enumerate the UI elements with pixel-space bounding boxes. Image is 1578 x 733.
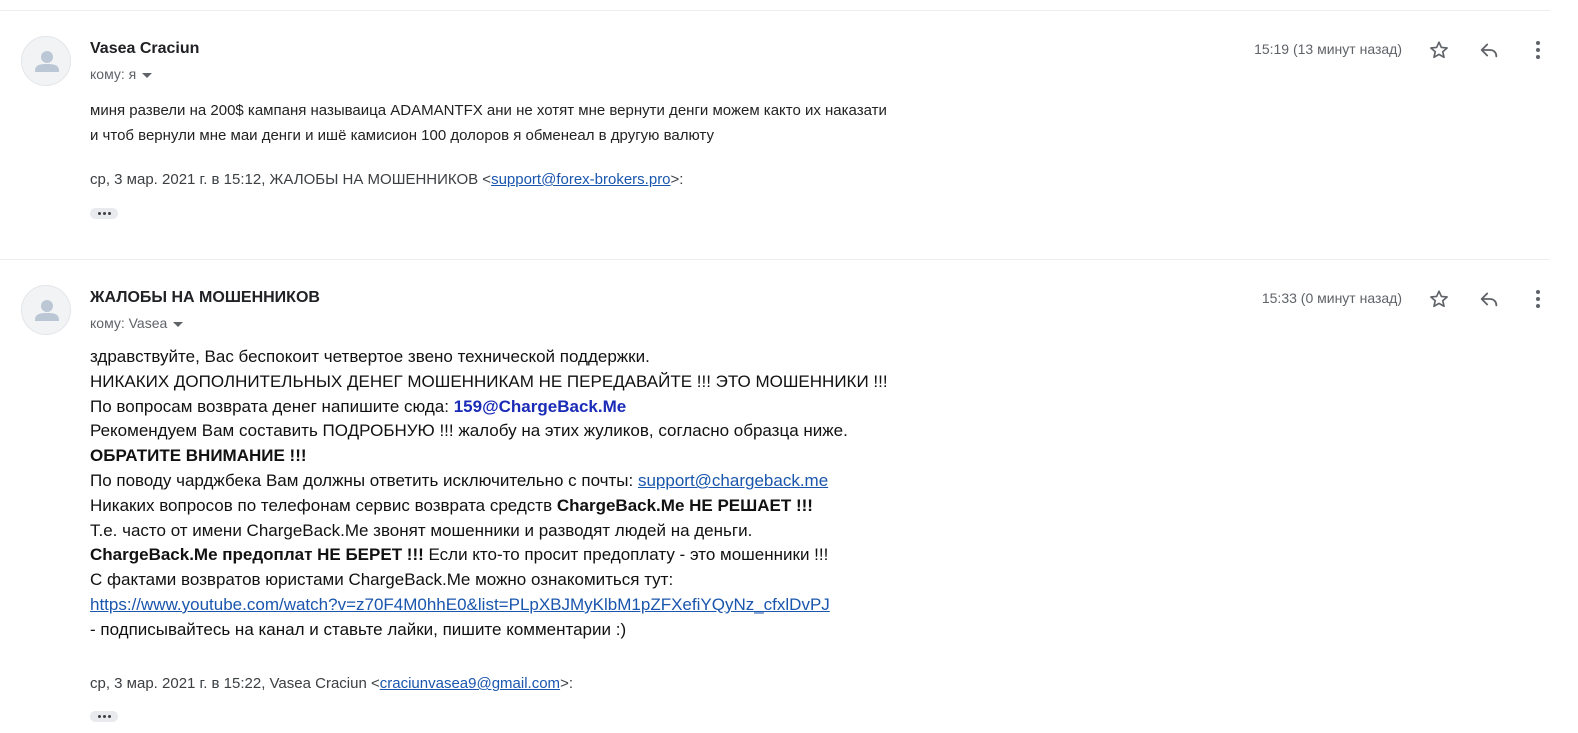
body-line: С фактами возвратов юристами ChargeBack.… <box>90 570 674 590</box>
person-icon <box>35 51 59 72</box>
youtube-link[interactable]: https://www.youtube.com/watch?v=z70F4M0h… <box>90 595 830 614</box>
quote-prefix: ср, 3 мар. 2021 г. в 15:22, Vasea Craciu… <box>90 675 380 692</box>
quote-suffix: >: <box>670 171 684 188</box>
body-line: НИКАКИХ ДОПОЛНИТЕЛЬНЫХ ДЕНЕГ МОШЕННИКАМ … <box>90 371 888 391</box>
more-options-button[interactable] <box>1524 285 1552 313</box>
body-line: Рекомендуем Вам составить ПОДРОБНУЮ !!! … <box>90 421 848 441</box>
chevron-down-icon <box>142 72 153 78</box>
recipient-label: кому: Vasea <box>90 315 168 331</box>
star-button[interactable] <box>1425 36 1453 64</box>
reply-button[interactable] <box>1475 36 1503 64</box>
support-email-link[interactable]: support@chargeback.me <box>638 471 828 490</box>
sender-name: ЖАЛОБЫ НА МОШЕННИКОВ <box>90 289 320 306</box>
body-text: По вопросам возврата денег напишите сюда… <box>90 396 454 416</box>
body-text: Никаких вопросов по телефонам сервис воз… <box>90 495 557 515</box>
body-line: ОБРАТИТЕ ВНИМАНИЕ !!! <box>90 444 888 469</box>
body-line: миня развели на 200$ кампаня называица A… <box>90 102 887 119</box>
body-line: По вопросам возврата денег напишите сюда… <box>90 395 888 420</box>
body-bold: ChargeBack.Me НЕ РЕШАЕТ !!! <box>556 495 813 515</box>
recipient-dropdown[interactable]: кому: я <box>90 66 153 82</box>
star-icon <box>1430 290 1448 308</box>
more-options-button[interactable] <box>1524 36 1552 64</box>
more-vert-icon <box>1536 290 1540 308</box>
quoted-header: ср, 3 мар. 2021 г. в 15:12, ЖАЛОБЫ НА МО… <box>90 171 683 188</box>
show-trimmed-content-button[interactable] <box>90 711 118 722</box>
message-body: миня развели на 200$ кампаня называица A… <box>90 98 887 148</box>
avatar[interactable] <box>21 36 71 86</box>
divider <box>0 259 1550 260</box>
quote-email-link[interactable]: support@forex-brokers.pro <box>491 171 670 188</box>
body-line: - подписывайтесь на канал и ставьте лайк… <box>90 619 627 639</box>
recipient-label: кому: я <box>90 66 137 82</box>
avatar[interactable] <box>21 285 71 335</box>
person-icon <box>35 300 59 321</box>
quoted-header: ср, 3 мар. 2021 г. в 15:22, Vasea Craciu… <box>90 675 573 692</box>
reply-icon <box>1480 43 1498 58</box>
body-line: ChargeBack.Me предоплат НЕ БЕРЕТ !!! Есл… <box>90 543 888 568</box>
ellipsis-icon <box>97 212 101 215</box>
star-icon <box>1430 41 1448 59</box>
divider <box>0 10 1550 11</box>
ellipsis-icon <box>97 715 101 718</box>
body-line: и чтоб вернули мне маи денги и ишё камис… <box>90 127 714 144</box>
body-text: Если кто-то просит предоплату - это моше… <box>423 545 829 565</box>
message-time: 15:33 (0 минут назад) <box>1261 290 1402 306</box>
recipient-dropdown[interactable]: кому: Vasea <box>90 315 184 331</box>
show-trimmed-content-button[interactable] <box>90 208 118 219</box>
reply-icon <box>1480 292 1498 307</box>
body-line: Т.е. часто от имени ChargeBack.Me звонят… <box>90 520 753 540</box>
reply-button[interactable] <box>1475 285 1503 313</box>
message-body: здравствуйте, Вас беспокоит четвертое зв… <box>90 345 888 643</box>
email-thread: Vasea Craciun кому: я 15:19 (13 минут на… <box>0 0 1578 733</box>
message-time: 15:19 (13 минут назад) <box>1254 41 1402 57</box>
more-vert-icon <box>1536 41 1540 59</box>
body-line: https://www.youtube.com/watch?v=z70F4M0h… <box>90 593 888 618</box>
body-bold: ChargeBack.Me предоплат НЕ БЕРЕТ !!! <box>90 545 424 565</box>
sender-name: Vasea Craciun <box>90 40 200 57</box>
quote-suffix: >: <box>560 675 573 692</box>
body-line: здравствуйте, Вас беспокоит четвертое зв… <box>90 347 650 366</box>
quote-email-link[interactable]: craciunvasea9@gmail.com <box>380 675 560 692</box>
body-text: По поводу чарджбека Вам должны ответить … <box>90 470 638 490</box>
refund-email: 159@ChargeBack.Me <box>453 396 627 416</box>
body-line: Никаких вопросов по телефонам сервис воз… <box>90 494 888 519</box>
chevron-down-icon <box>173 321 184 327</box>
quote-prefix: ср, 3 мар. 2021 г. в 15:12, ЖАЛОБЫ НА МО… <box>90 171 492 188</box>
attention-heading: ОБРАТИТЕ ВНИМАНИЕ !!! <box>90 446 307 466</box>
star-button[interactable] <box>1425 285 1453 313</box>
body-line: По поводу чарджбека Вам должны ответить … <box>90 469 888 494</box>
